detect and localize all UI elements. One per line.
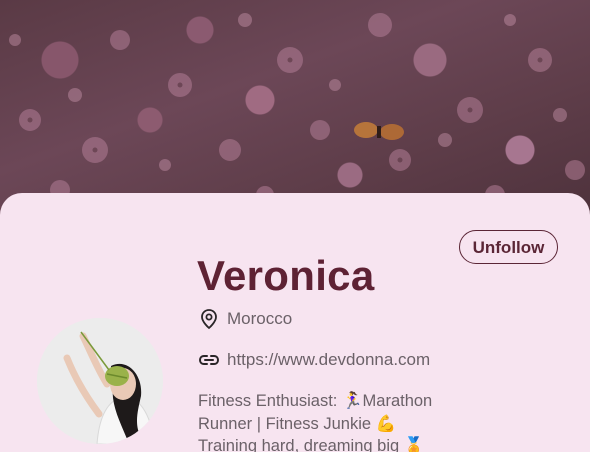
link-icon bbox=[198, 349, 220, 371]
bio-line: Fitness Enthusiast: 🏃‍♀️Marathon bbox=[198, 392, 433, 410]
location-text: Morocco bbox=[227, 309, 293, 328]
website-row: https://www.devdonna.com bbox=[198, 349, 430, 371]
website-link[interactable]: https://www.devdonna.com bbox=[227, 350, 430, 370]
bio-line: Runner | Fitness Junkie 💪 bbox=[198, 414, 397, 433]
profile-name: Veronica bbox=[197, 252, 375, 299]
avatar bbox=[37, 318, 163, 444]
unfollow-button[interactable]: Unfollow bbox=[459, 230, 558, 264]
bio: Fitness Enthusiast: 🏃‍♀️Marathon Runner … bbox=[198, 390, 468, 452]
butterfly-image bbox=[354, 122, 404, 140]
bio-line: Training hard, dreaming big 🏅 bbox=[198, 437, 425, 452]
cover-image bbox=[0, 0, 590, 215]
location-row: Morocco bbox=[198, 308, 292, 330]
map-pin-icon bbox=[198, 308, 220, 330]
